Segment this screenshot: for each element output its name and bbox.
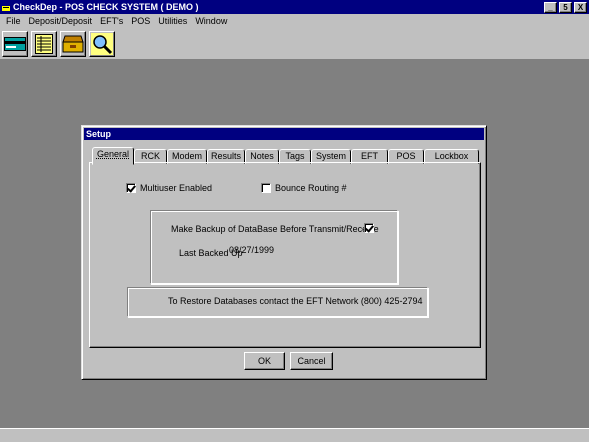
backup-checkbox[interactable] (364, 223, 374, 233)
menu-efts[interactable]: EFT's (96, 15, 127, 27)
window-title: CheckDep - POS CHECK SYSTEM ( DEMO ) (13, 2, 199, 12)
restore-button[interactable]: 5 (559, 1, 572, 13)
backup-label: Make Backup of DataBase Before Transmit/… (171, 224, 379, 234)
close-button[interactable]: X (574, 1, 587, 13)
menu-file[interactable]: File (2, 15, 25, 27)
cancel-button[interactable]: Cancel (290, 352, 333, 370)
search-icon (91, 32, 113, 55)
restore-note-box: To Restore Databases contact the EFT Net… (127, 287, 428, 317)
multiuser-check-box[interactable] (126, 183, 136, 193)
menu-deposit[interactable]: Deposit/Deposit (25, 15, 97, 27)
setup-dialog: Setup General RCK Modem Results Notes Ta… (81, 125, 487, 380)
restore-note: To Restore Databases contact the EFT Net… (168, 296, 423, 306)
toolbar-cash-drawer-button[interactable] (60, 30, 86, 57)
multiuser-label: Multiuser Enabled (140, 183, 213, 193)
toolbar-card-button[interactable] (2, 30, 28, 57)
bounce-routing-check-box[interactable] (261, 183, 271, 193)
bounce-routing-checkbox[interactable]: Bounce Routing # (261, 183, 347, 193)
tab-general[interactable]: General (92, 147, 134, 165)
menu-bar: File Deposit/Deposit EFT's POS Utilities… (0, 14, 589, 28)
bounce-routing-label: Bounce Routing # (275, 183, 347, 193)
status-bar (0, 428, 589, 442)
toolbar-ledger-button[interactable] (31, 30, 57, 57)
minimize-button[interactable]: _ (544, 1, 557, 13)
toolbar-search-button[interactable] (89, 30, 115, 57)
dialog-title[interactable]: Setup (84, 128, 484, 140)
app-title-bar[interactable]: CheckDep - POS CHECK SYSTEM ( DEMO ) _ 5… (0, 0, 589, 14)
card-icon (4, 36, 26, 51)
general-tab-panel: Multiuser Enabled Bounce Routing # Make … (89, 162, 481, 348)
ok-button[interactable]: OK (244, 352, 285, 370)
multiuser-checkbox[interactable]: Multiuser Enabled (126, 183, 212, 193)
toolbar (0, 28, 589, 60)
menu-utilities[interactable]: Utilities (154, 15, 191, 27)
app-icon[interactable] (2, 3, 11, 12)
menu-window[interactable]: Window (191, 15, 231, 27)
menu-pos[interactable]: POS (127, 15, 154, 27)
ledger-icon (35, 33, 53, 54)
backup-group: Make Backup of DataBase Before Transmit/… (150, 210, 398, 284)
cash-drawer-icon (62, 35, 84, 52)
last-backed-up-value: 08/27/1999 (229, 245, 275, 255)
